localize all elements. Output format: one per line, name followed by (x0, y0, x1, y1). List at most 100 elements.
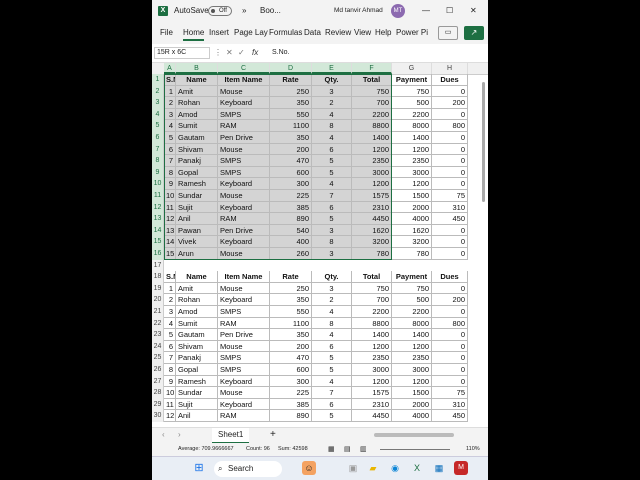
cell[interactable]: 1200 (352, 375, 392, 388)
cell[interactable]: Amit (176, 282, 218, 295)
sheet-tab-sheet1[interactable]: Sheet1 (212, 428, 250, 444)
tab-file[interactable]: File (160, 22, 173, 44)
add-sheet-button[interactable]: + (270, 428, 276, 442)
cell[interactable]: 2350 (392, 352, 432, 364)
row-header[interactable]: 13 (152, 213, 164, 225)
cell[interactable]: 8 (164, 364, 176, 376)
cell[interactable]: Sundar (176, 387, 218, 399)
row-header[interactable]: 22 (152, 317, 164, 330)
row-header[interactable]: 27 (152, 375, 164, 388)
cell[interactable]: 2200 (392, 108, 432, 121)
horizontal-scrollbar[interactable] (374, 433, 454, 437)
cell[interactable]: 1620 (392, 224, 432, 237)
cell[interactable]: 1100 (270, 317, 312, 330)
normal-view-icon[interactable]: ▦ (328, 443, 335, 456)
cell[interactable]: 1500 (392, 387, 432, 399)
minimize-button[interactable]: — (422, 0, 430, 22)
cell[interactable]: 1400 (392, 132, 432, 144)
tab-page-layout[interactable]: Page Lay (234, 22, 268, 44)
name-box[interactable]: 15R x 6C (154, 47, 210, 59)
cell[interactable]: 0 (432, 306, 468, 318)
cell[interactable]: RAM (218, 410, 270, 422)
cell[interactable]: 8800 (352, 317, 392, 330)
cell[interactable]: 750 (352, 282, 392, 295)
cell[interactable]: 6 (312, 398, 352, 411)
header-cell[interactable]: Name (176, 271, 218, 283)
tab-data[interactable]: Data (304, 22, 321, 44)
cell[interactable]: 0 (432, 108, 468, 121)
share-icon[interactable]: ↗ (464, 26, 484, 40)
more-commands-icon[interactable]: » (242, 0, 246, 22)
cell[interactable]: 0 (432, 352, 468, 364)
mcafee-icon[interactable]: M (454, 461, 468, 475)
cancel-icon[interactable]: ✕ (226, 47, 233, 59)
cell[interactable]: 3000 (392, 364, 432, 376)
tab-help[interactable]: Help (375, 22, 391, 44)
spreadsheet-grid[interactable]: ABCDEFGH 1S.No.NameItem NameRateQty.Tota… (152, 63, 488, 427)
column-header-f[interactable]: F (352, 63, 392, 74)
header-cell[interactable]: Dues (432, 74, 468, 86)
cell[interactable]: 750 (392, 85, 432, 98)
row-header[interactable]: 9 (152, 166, 164, 179)
cell[interactable]: SMPS (218, 352, 270, 364)
cell[interactable]: 310 (432, 398, 468, 411)
selection-range[interactable] (164, 74, 392, 260)
header-cell[interactable]: S.No. (164, 271, 176, 283)
cell[interactable]: 700 (352, 294, 392, 306)
column-header-d[interactable]: D (270, 63, 312, 74)
cell[interactable]: 4 (312, 375, 352, 388)
cell[interactable]: SMPS (218, 364, 270, 376)
cell[interactable]: Amod (176, 306, 218, 318)
cell[interactable]: 1575 (352, 387, 392, 399)
comment-icon[interactable]: ▭ (438, 26, 458, 40)
row-header[interactable]: 12 (152, 201, 164, 214)
row-header[interactable]: 26 (152, 364, 164, 376)
cell[interactable]: 7 (164, 352, 176, 364)
enter-icon[interactable]: ✓ (238, 47, 245, 59)
cell[interactable]: 6 (312, 340, 352, 353)
header-cell[interactable]: Payment (392, 74, 432, 86)
close-button[interactable]: ✕ (470, 0, 477, 22)
cell[interactable]: 310 (432, 201, 468, 214)
cell[interactable]: 4000 (392, 410, 432, 422)
row-header[interactable]: 25 (152, 352, 164, 364)
row-header[interactable]: 20 (152, 294, 164, 306)
cell[interactable]: 2200 (392, 306, 432, 318)
cell[interactable]: 200 (432, 97, 468, 109)
page-layout-view-icon[interactable]: ▤ (344, 443, 351, 456)
cell[interactable]: 225 (270, 387, 312, 399)
cell[interactable]: 890 (270, 410, 312, 422)
row-header[interactable]: 21 (152, 306, 164, 318)
cell[interactable]: Gautam (176, 329, 218, 341)
cell[interactable]: 4 (312, 329, 352, 341)
row-header[interactable]: 30 (152, 410, 164, 422)
tab-review[interactable]: Review (325, 22, 351, 44)
cell[interactable]: 500 (392, 97, 432, 109)
cell[interactable]: 450 (432, 410, 468, 422)
column-header-h[interactable]: H (432, 63, 468, 74)
row-header[interactable]: 15 (152, 236, 164, 248)
cell[interactable]: 4 (312, 306, 352, 318)
cell[interactable]: 350 (270, 294, 312, 306)
row-header[interactable]: 1 (152, 74, 164, 86)
cell[interactable]: 5 (312, 364, 352, 376)
header-cell[interactable]: Dues (432, 271, 468, 283)
cell[interactable]: Mouse (218, 282, 270, 295)
header-cell[interactable]: Qty. (312, 271, 352, 283)
cell[interactable]: 0 (432, 340, 468, 353)
column-header-c[interactable]: C (218, 63, 270, 74)
row-header[interactable]: 2 (152, 85, 164, 98)
row-header[interactable]: 11 (152, 190, 164, 202)
insert-function-icon[interactable]: fx (252, 47, 258, 59)
cell[interactable]: 450 (432, 213, 468, 225)
cell[interactable]: 5 (312, 352, 352, 364)
row-header[interactable]: 7 (152, 143, 164, 156)
cell[interactable]: 1200 (392, 340, 432, 353)
autosave-toggle[interactable]: Off (208, 6, 232, 16)
column-header-g[interactable]: G (392, 63, 432, 74)
cell[interactable]: 3000 (352, 364, 392, 376)
cell[interactable]: 200 (432, 294, 468, 306)
cell[interactable]: 0 (432, 166, 468, 179)
column-header-e[interactable]: E (312, 63, 352, 74)
tab-power-pivot[interactable]: Power Pi (396, 22, 430, 44)
